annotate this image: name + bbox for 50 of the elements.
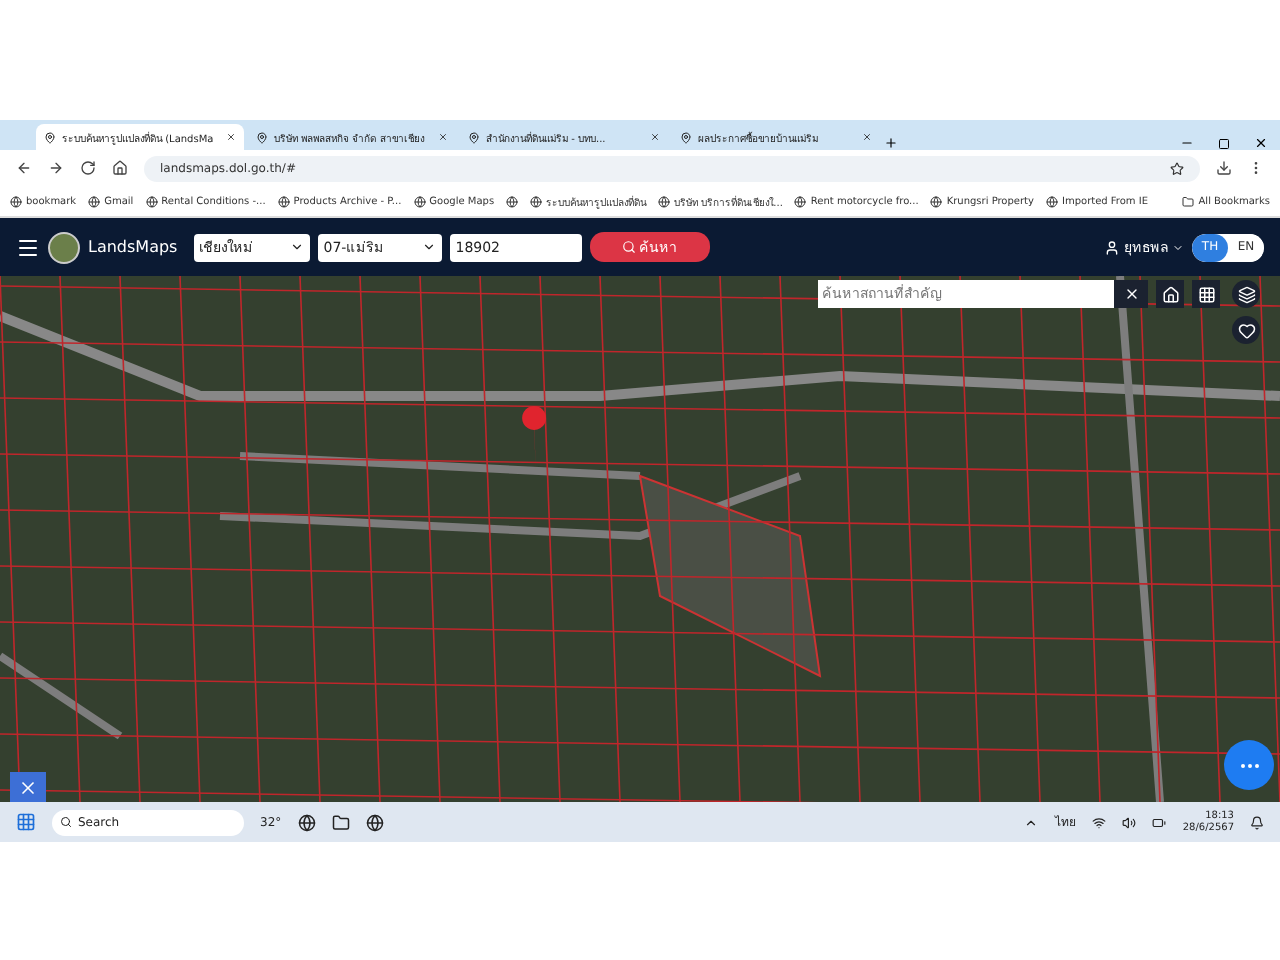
globe-icon — [10, 195, 22, 207]
chevron-down-icon — [1172, 241, 1184, 253]
close-icon — [1123, 286, 1139, 302]
pin-icon — [44, 131, 56, 143]
search-icon — [621, 240, 636, 254]
browser-icon — [297, 813, 316, 831]
globe-icon — [413, 195, 426, 207]
folder-icon — [1182, 195, 1195, 207]
globe-icon — [794, 195, 807, 207]
minimize-icon[interactable] — [1180, 136, 1194, 150]
folder-icon — [331, 813, 350, 831]
close-icon[interactable] — [1254, 136, 1268, 150]
user-icon — [1104, 239, 1120, 255]
new-tab-icon[interactable] — [884, 136, 898, 150]
menu-icon[interactable] — [16, 235, 40, 259]
pin-icon — [680, 131, 692, 143]
globe-icon — [1045, 195, 1058, 207]
bell-icon — [1250, 815, 1264, 829]
tools-button[interactable] — [10, 772, 46, 802]
start-icon[interactable] — [16, 812, 36, 832]
globe-icon — [145, 195, 158, 207]
globe-icon — [658, 195, 671, 207]
grid-button[interactable] — [1192, 280, 1220, 308]
home-icon — [112, 160, 128, 176]
pin-icon — [468, 131, 480, 143]
globe-icon — [88, 195, 101, 207]
logo-icon — [48, 231, 80, 263]
close-button[interactable] — [1114, 280, 1148, 308]
globe-icon — [277, 195, 290, 207]
home-button[interactable] — [1156, 280, 1184, 308]
chevron-down-icon — [289, 240, 304, 254]
reload-icon — [80, 160, 96, 176]
forward-icon — [48, 160, 64, 176]
wifi-icon — [1092, 815, 1107, 829]
globe-icon — [530, 195, 543, 207]
brand-name: LandsMaps — [88, 238, 178, 256]
pin-icon — [256, 131, 268, 143]
browser-icon — [365, 813, 384, 831]
search-icon — [60, 816, 72, 828]
volume-icon — [1122, 815, 1137, 829]
maximize-icon[interactable] — [1218, 138, 1230, 150]
back-icon — [16, 160, 32, 176]
chevron-down-icon — [421, 240, 436, 254]
globe-icon[interactable] — [506, 195, 519, 207]
battery-icon — [1152, 815, 1167, 829]
download-icon — [1216, 160, 1232, 176]
chevron-up-icon — [1024, 815, 1039, 829]
cross-icon — [18, 777, 38, 797]
globe-icon — [930, 195, 943, 207]
star-icon — [1170, 161, 1184, 175]
